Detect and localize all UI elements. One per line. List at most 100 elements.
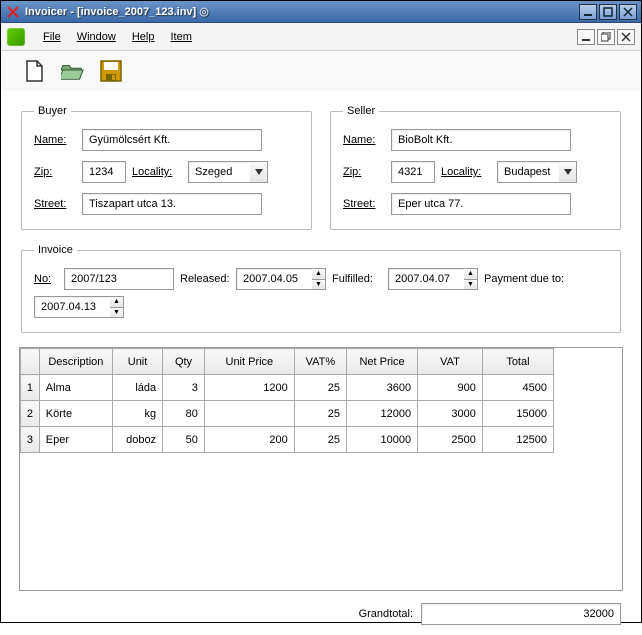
seller-street-input[interactable] — [391, 193, 571, 215]
fulfilled-spin-up[interactable]: ▲ — [464, 268, 478, 280]
save-floppy-icon[interactable] — [99, 59, 123, 83]
cell-net-price[interactable]: 12000 — [347, 401, 418, 427]
menu-item[interactable]: Item — [162, 29, 199, 45]
invoice-no-input[interactable] — [64, 268, 174, 290]
cell-vat-pct[interactable]: 25 — [294, 427, 346, 453]
cell-vat[interactable]: 3000 — [418, 401, 483, 427]
col-description[interactable]: Description — [39, 349, 112, 375]
window-close-icon[interactable] — [5, 4, 21, 20]
seller-locality-combo[interactable] — [497, 161, 559, 183]
col-total[interactable]: Total — [482, 349, 553, 375]
table-header-row: Description Unit Qty Unit Price VAT% Net… — [21, 349, 554, 375]
cell-qty[interactable]: 3 — [163, 375, 205, 401]
cell-total[interactable]: 12500 — [482, 427, 553, 453]
cell-unit-price[interactable]: 150 — [204, 401, 294, 427]
corner-header[interactable] — [21, 349, 40, 375]
titlebar: Invoicer - [invoice_2007_123.inv] ◎ — [1, 1, 641, 23]
menu-window[interactable]: Window — [69, 29, 124, 45]
seller-locality-label: Locality: — [441, 166, 491, 178]
mdi-close-button[interactable] — [617, 29, 635, 45]
released-spin-up[interactable]: ▲ — [312, 268, 326, 280]
app-icon — [7, 28, 25, 46]
cell-total[interactable]: 4500 — [482, 375, 553, 401]
fulfilled-spin-down[interactable]: ▼ — [464, 280, 478, 291]
grandtotal-value[interactable] — [421, 603, 621, 625]
seller-locality-dropdown-button[interactable] — [559, 161, 577, 183]
seller-group: Seller Name: Zip: Locality: Street: — [330, 105, 621, 230]
col-unit[interactable]: Unit — [112, 349, 162, 375]
invoice-released-input[interactable] — [236, 268, 312, 290]
open-folder-icon[interactable] — [61, 59, 85, 83]
invoice-payment-due-input[interactable] — [34, 296, 110, 318]
cell-net-price[interactable]: 3600 — [347, 375, 418, 401]
col-net-price[interactable]: Net Price — [347, 349, 418, 375]
buyer-locality-combo[interactable] — [188, 161, 250, 183]
table-row[interactable]: 3Eperdoboz502002510000250012500 — [21, 427, 554, 453]
paymentdue-spin-up[interactable]: ▲ — [110, 296, 124, 308]
buyer-zip-input[interactable] — [82, 161, 126, 183]
cell-vat-pct[interactable]: 25 — [294, 375, 346, 401]
toolbar — [1, 51, 641, 91]
invoice-fulfilled-label: Fulfilled: — [332, 273, 382, 285]
cell-net-price[interactable]: 10000 — [347, 427, 418, 453]
invoice-group: Invoice No: Released: ▲ ▼ Fulfilled: ▲ ▼ — [21, 244, 621, 333]
table-row[interactable]: 2Körtekg801502512000300015000 — [21, 401, 554, 427]
cell-unit-price[interactable]: 200 — [204, 427, 294, 453]
col-vat[interactable]: VAT — [418, 349, 483, 375]
cell-unit[interactable]: doboz — [112, 427, 162, 453]
line-items-table-container: Description Unit Qty Unit Price VAT% Net… — [19, 347, 623, 591]
grandtotal-label: Grandtotal: — [359, 608, 413, 620]
new-file-icon[interactable] — [23, 59, 47, 83]
released-spin-down[interactable]: ▼ — [312, 280, 326, 291]
table-row[interactable]: 1Almaláda312002536009004500 — [21, 375, 554, 401]
buyer-zip-label: Zip: — [34, 166, 76, 178]
col-vat-pct[interactable]: VAT% — [294, 349, 346, 375]
col-unit-price[interactable]: Unit Price — [204, 349, 294, 375]
invoice-fulfilled-input[interactable] — [388, 268, 464, 290]
cell-vat-pct[interactable]: 25 — [294, 401, 346, 427]
cell-qty[interactable]: 50 — [163, 427, 205, 453]
cell-unit[interactable]: kg — [112, 401, 162, 427]
buyer-name-label: Name: — [34, 134, 76, 146]
window-title: Invoicer - [invoice_2007_123.inv] ◎ — [25, 5, 577, 18]
cell-unit-price[interactable]: 1200 — [204, 375, 294, 401]
menu-help[interactable]: Help — [124, 29, 163, 45]
grandtotal-row: Grandtotal: — [19, 603, 623, 625]
buyer-street-label: Street: — [34, 198, 76, 210]
window-maximize-button[interactable] — [599, 4, 617, 20]
seller-name-input[interactable] — [391, 129, 571, 151]
mdi-restore-button[interactable] — [597, 29, 615, 45]
window-minimize-button[interactable] — [579, 4, 597, 20]
window-close-button[interactable] — [619, 4, 637, 20]
line-items-table[interactable]: Description Unit Qty Unit Price VAT% Net… — [20, 348, 554, 453]
cell-vat[interactable]: 900 — [418, 375, 483, 401]
buyer-street-input[interactable] — [82, 193, 262, 215]
seller-name-label: Name: — [343, 134, 385, 146]
cell-vat[interactable]: 2500 — [418, 427, 483, 453]
invoice-no-label: No: — [34, 273, 58, 285]
cell-qty[interactable]: 80 — [163, 401, 205, 427]
paymentdue-spin-down[interactable]: ▼ — [110, 308, 124, 319]
seller-zip-label: Zip: — [343, 166, 385, 178]
buyer-legend: Buyer — [34, 105, 71, 117]
cell-description[interactable]: Körte — [39, 401, 112, 427]
row-header[interactable]: 2 — [21, 401, 40, 427]
buyer-locality-dropdown-button[interactable] — [250, 161, 268, 183]
col-qty[interactable]: Qty — [163, 349, 205, 375]
cell-total[interactable]: 15000 — [482, 401, 553, 427]
invoice-released-label: Released: — [180, 273, 230, 285]
chevron-down-icon — [255, 169, 263, 175]
row-header[interactable]: 3 — [21, 427, 40, 453]
seller-street-label: Street: — [343, 198, 385, 210]
mdi-minimize-button[interactable] — [577, 29, 595, 45]
cell-unit[interactable]: láda — [112, 375, 162, 401]
cell-description[interactable]: Alma — [39, 375, 112, 401]
menubar: File Window Help Item — [1, 23, 641, 51]
seller-zip-input[interactable] — [391, 161, 435, 183]
cell-description[interactable]: Eper — [39, 427, 112, 453]
buyer-name-input[interactable] — [82, 129, 262, 151]
menu-file[interactable]: File — [35, 29, 69, 45]
seller-legend: Seller — [343, 105, 379, 117]
row-header[interactable]: 1 — [21, 375, 40, 401]
invoice-payment-due-label: Payment due to: — [484, 273, 572, 285]
